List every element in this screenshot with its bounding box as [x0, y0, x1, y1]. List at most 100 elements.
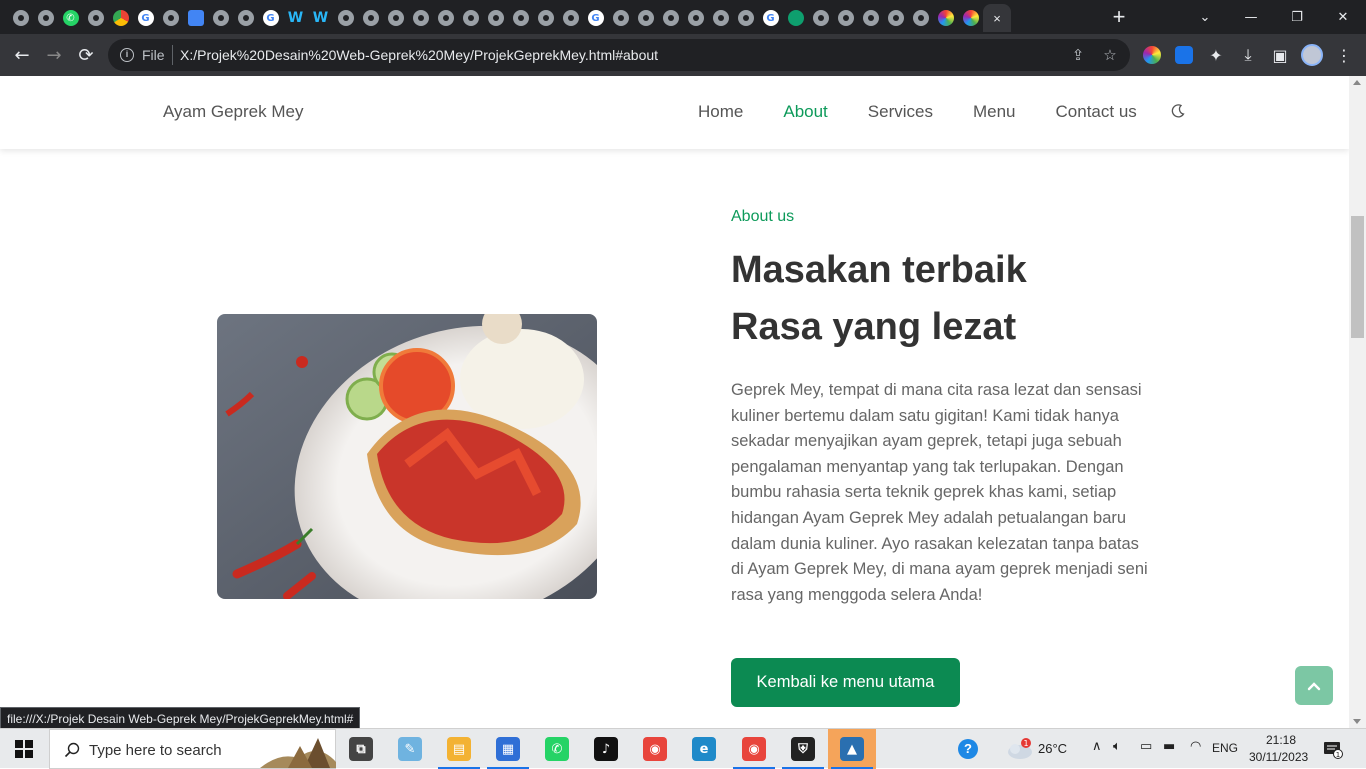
nav-link-menu[interactable]: Menu	[973, 102, 1016, 122]
browser-tab[interactable]	[883, 4, 908, 32]
browser-tab[interactable]	[933, 4, 958, 32]
language-indicator[interactable]: ENG	[1212, 741, 1238, 755]
taskbar-security-button[interactable]: ⛨	[779, 729, 827, 769]
browser-tab[interactable]	[458, 4, 483, 32]
new-tab-button[interactable]: +	[1108, 6, 1130, 28]
back-button[interactable]: ←	[9, 42, 35, 68]
help-icon[interactable]: ?	[958, 739, 978, 759]
restore-button[interactable]: ❐	[1274, 0, 1320, 34]
forward-button[interactable]: →	[41, 42, 67, 68]
browser-tab[interactable]	[833, 4, 858, 32]
camera-icon[interactable]: ▭	[1140, 739, 1152, 754]
scroll-down-arrow-icon[interactable]	[1353, 719, 1361, 724]
page-scrollbar[interactable]	[1349, 76, 1366, 728]
weather-cloud-icon[interactable]: 1	[1005, 737, 1033, 761]
browser-tab[interactable]	[558, 4, 583, 32]
browser-tab[interactable]	[83, 4, 108, 32]
side-panel-icon[interactable]: ▣	[1267, 42, 1293, 68]
volume-icon[interactable]: 🔈︎	[1113, 739, 1121, 754]
taskbar-tiktok-button[interactable]: ♪	[582, 729, 630, 769]
nav-link-about[interactable]: About	[783, 102, 827, 122]
nav-link-services[interactable]: Services	[868, 102, 933, 122]
close-tab-icon[interactable]: ×	[993, 11, 1001, 26]
browser-tab[interactable]	[908, 4, 933, 32]
taskbar-whatsapp-button[interactable]: ✆	[533, 729, 581, 769]
taskbar-chrome-button[interactable]: ◉	[631, 729, 679, 769]
temperature-label[interactable]: 26°C	[1038, 741, 1067, 756]
browser-tab[interactable]	[233, 4, 258, 32]
tab-search-button[interactable]: ⌄	[1182, 0, 1228, 34]
clock-date[interactable]: 30/11/2023	[1249, 750, 1308, 764]
minimize-button[interactable]: —	[1228, 0, 1274, 34]
browser-tab[interactable]	[958, 4, 983, 32]
show-hidden-icons-icon[interactable]: ∧	[1092, 739, 1102, 754]
browser-tab[interactable]: W	[283, 4, 308, 32]
wifi-icon[interactable]: ◠	[1190, 739, 1201, 754]
profile-avatar[interactable]	[1301, 44, 1323, 66]
info-icon[interactable]: i	[120, 48, 134, 62]
taskbar-file-explorer-button[interactable]: ▤	[435, 729, 483, 769]
close-window-button[interactable]: ✕	[1320, 0, 1366, 34]
taskbar-photos-button[interactable]: ▲	[828, 729, 876, 769]
browser-tab[interactable]	[633, 4, 658, 32]
battery-icon[interactable]: ▬	[1163, 739, 1175, 754]
address-bar[interactable]: i File X:/Projek%20Desain%20Web-Geprek%2…	[108, 39, 1130, 71]
browser-tab[interactable]: ✆	[58, 4, 83, 32]
downloads-icon[interactable]: ⤓	[1235, 42, 1261, 68]
taskbar-search-box[interactable]: Type here to search	[49, 729, 336, 769]
clock-time[interactable]: 21:18	[1264, 733, 1298, 747]
browser-tab[interactable]	[433, 4, 458, 32]
extensions-puzzle-icon[interactable]: ✦	[1203, 42, 1229, 68]
taskbar-task-view-button[interactable]: ⧉	[337, 729, 385, 769]
browser-tab[interactable]	[783, 4, 808, 32]
taskbar-chrome-active-button[interactable]: ◉	[730, 729, 778, 769]
browser-tab[interactable]	[333, 4, 358, 32]
more-menu-icon[interactable]: ⋮	[1331, 42, 1357, 68]
active-tab[interactable]: ×	[983, 4, 1011, 32]
browser-tab[interactable]: G	[758, 4, 783, 32]
nav-link-home[interactable]: Home	[698, 102, 743, 122]
url-text[interactable]: X:/Projek%20Desain%20Web-Geprek%20Mey/Pr…	[180, 47, 658, 63]
browser-tab[interactable]	[708, 4, 733, 32]
blue-extension-icon[interactable]	[1175, 46, 1193, 64]
taskbar-news-button[interactable]: ▦	[484, 729, 532, 769]
browser-tab[interactable]	[8, 4, 33, 32]
browser-tab[interactable]	[683, 4, 708, 32]
browser-tab[interactable]	[383, 4, 408, 32]
reload-button[interactable]: ⟳	[73, 42, 99, 68]
browser-tab[interactable]	[733, 4, 758, 32]
browser-tab[interactable]	[808, 4, 833, 32]
share-icon[interactable]: ⇪	[1068, 45, 1088, 65]
browser-tab[interactable]	[208, 4, 233, 32]
browser-tab[interactable]	[508, 4, 533, 32]
browser-tab[interactable]	[483, 4, 508, 32]
browser-tab[interactable]	[183, 4, 208, 32]
site-brand[interactable]: Ayam Geprek Mey	[163, 102, 303, 122]
scroll-to-top-button[interactable]	[1295, 666, 1333, 705]
scroll-up-arrow-icon[interactable]	[1353, 80, 1361, 85]
browser-tab[interactable]: W	[308, 4, 333, 32]
browser-tab[interactable]	[658, 4, 683, 32]
wave-favicon-icon: W	[312, 10, 329, 26]
browser-tab[interactable]	[858, 4, 883, 32]
bookmark-star-icon[interactable]: ☆	[1100, 45, 1120, 65]
dark-mode-moon-icon[interactable]	[1170, 103, 1186, 119]
browser-tab[interactable]	[158, 4, 183, 32]
nav-link-contact-us[interactable]: Contact us	[1056, 102, 1137, 122]
browser-tab[interactable]	[533, 4, 558, 32]
taskbar-edge-button[interactable]: e	[680, 729, 728, 769]
browser-tab[interactable]	[608, 4, 633, 32]
color-extension-icon[interactable]	[1143, 46, 1161, 64]
browser-tab[interactable]: G	[583, 4, 608, 32]
notification-center-icon[interactable]: 1	[1323, 741, 1343, 759]
browser-tab[interactable]: G	[133, 4, 158, 32]
scrollbar-thumb[interactable]	[1351, 216, 1364, 338]
browser-tab[interactable]: G	[258, 4, 283, 32]
taskbar-notepad-button[interactable]: ✎	[386, 729, 434, 769]
back-to-main-menu-button[interactable]: Kembali ke menu utama	[731, 658, 960, 707]
start-button[interactable]	[0, 729, 48, 769]
browser-tab[interactable]	[33, 4, 58, 32]
browser-tab[interactable]	[108, 4, 133, 32]
browser-tab[interactable]	[358, 4, 383, 32]
browser-tab[interactable]	[408, 4, 433, 32]
